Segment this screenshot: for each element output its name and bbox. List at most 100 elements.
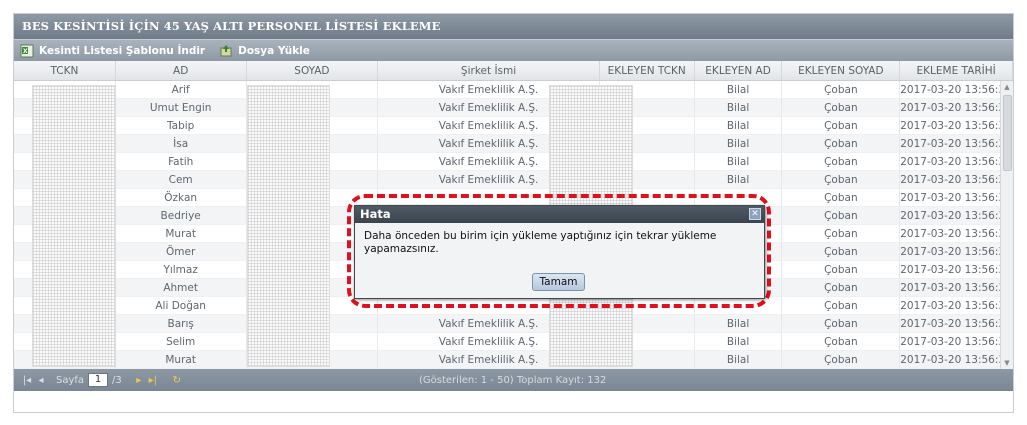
col-header-tckn[interactable]: TCKN (14, 61, 116, 80)
cell-ad: Ahmet (116, 279, 247, 296)
cell-ekleyen-ad: Bilal (695, 315, 783, 332)
cell-ekleme-tarihi: 2017-03-20 13:56:37.0 (900, 135, 1013, 152)
table-row[interactable]: Selim Vakıf Emeklilik A.Ş. Bilal Çoban 2017-… (14, 333, 1013, 351)
table-row[interactable]: Murat Vakıf Emeklilik A.Ş. Bilal Çoban 2017-… (14, 351, 1013, 369)
cell-ekleme-tarihi: 2017-03-20 13:56:37.0 (900, 171, 1013, 188)
cell-ekleyen-soyad: Çoban (782, 315, 901, 332)
cell-ad: Bedriye (116, 207, 247, 224)
cell-ekleyen-ad: Bilal (695, 99, 783, 116)
first-page-icon[interactable]: |◂ (20, 375, 34, 386)
cell-ekleme-tarihi: 2017-03-20 13:56:37.0 (900, 243, 1013, 260)
ok-button[interactable]: Tamam (532, 273, 585, 291)
cell-ekleyen-soyad: Çoban (782, 297, 901, 314)
upload-icon (219, 44, 233, 58)
error-dialog: Hata ✕ Daha önceden bu birim için yüklem… (354, 205, 765, 299)
page-label: Sayfa (56, 374, 85, 386)
pager-info: (Gösterilen: 1 - 50) Toplam Kayıt: 132 (419, 374, 607, 386)
cell-ekleyen-ad: Bilal (695, 81, 783, 98)
col-header-ad[interactable]: AD (116, 61, 247, 80)
cell-ekleme-tarihi: 2017-03-20 13:56:37.0 (900, 333, 1013, 350)
cell-ekleyen-soyad: Çoban (782, 189, 901, 206)
col-header-ekleme-tarihi[interactable]: EKLEME TARİHİ (900, 61, 1014, 80)
table-row[interactable]: Barış Vakıf Emeklilik A.Ş. Bilal Çoban 2017-… (14, 315, 1013, 333)
panel-title: BES KESİNTİSİ İÇİN 45 YAŞ ALTI PERSONEL … (14, 14, 1013, 39)
dialog-title: Hata (360, 207, 391, 221)
cell-ekleyen-soyad: Çoban (782, 171, 901, 188)
cell-ekleyen-soyad: Çoban (782, 153, 901, 170)
cell-ekleme-tarihi: 2017-03-20 13:56:37.0 (900, 279, 1013, 296)
cell-ekleme-tarihi: 2017-03-20 13:56:37.0 (900, 315, 1013, 332)
cell-ekleyen-soyad: Çoban (782, 207, 901, 224)
redacted-tckn-block (32, 85, 116, 367)
close-icon[interactable]: ✕ (749, 208, 761, 220)
cell-ekleme-tarihi: 2017-03-20 13:56:37.0 (900, 351, 1013, 368)
total-pages: /3 (112, 374, 122, 386)
col-header-sirket[interactable]: Şirket İsmi (378, 61, 600, 80)
prev-page-icon[interactable]: ◂ (34, 375, 48, 386)
cell-ad: Cem (116, 171, 247, 188)
last-page-icon[interactable]: ▸| (146, 375, 160, 386)
cell-ekleyen-ad: Bilal (695, 171, 783, 188)
table-row[interactable]: Tabip Vakıf Emeklilik A.Ş. Bilal Çoban 2017-… (14, 117, 1013, 135)
cell-ad: Selim (116, 333, 247, 350)
dialog-title-bar: Hata ✕ (355, 206, 764, 223)
refresh-icon[interactable]: ↻ (170, 375, 184, 386)
cell-ad: Özkan (116, 189, 247, 206)
cell-ad: Ali Doğan (116, 297, 247, 314)
table-row[interactable]: Umut Engin Vakıf Emeklilik A.Ş. Bilal Çoban… (14, 99, 1013, 117)
cell-ad: İsa (116, 135, 247, 152)
cell-ad: Yılmaz (116, 261, 247, 278)
cell-ekleme-tarihi: 2017-03-20 13:56:37.0 (900, 81, 1013, 98)
col-header-ekleyen-tckn[interactable]: EKLEYEN TCKN (600, 61, 695, 80)
scroll-up-icon[interactable]: ▲ (1001, 81, 1013, 93)
cell-ekleyen-soyad: Çoban (782, 81, 901, 98)
page-number-input[interactable]: 1 (88, 373, 109, 387)
cell-ad: Arif (116, 81, 247, 98)
cell-ekleyen-soyad: Çoban (782, 279, 901, 296)
cell-ekleyen-ad: Bilal (695, 135, 783, 152)
cell-ekleyen-ad: Bilal (695, 117, 783, 134)
cell-ekleme-tarihi: 2017-03-20 13:56:37.0 (900, 153, 1013, 170)
upload-file-button[interactable]: Dosya Yükle (219, 44, 310, 58)
cell-ekleyen-ad: Bilal (695, 351, 783, 368)
table-row[interactable]: İsa Vakıf Emeklilik A.Ş. Bilal Çoban 2017-03… (14, 135, 1013, 153)
cell-ekleme-tarihi: 2017-03-20 13:56:37.0 (900, 261, 1013, 278)
scrollbar-thumb[interactable] (1003, 95, 1012, 171)
table-row[interactable]: Arif Vakıf Emeklilik A.Ş. Bilal Çoban 2017-0… (14, 81, 1013, 99)
cell-ekleyen-ad: Bilal (695, 153, 783, 170)
pager: |◂ ◂ Sayfa 1 /3 ▸ ▸| ↻ (Gösterilen: 1 - … (14, 369, 1013, 391)
cell-ad: Fatih (116, 153, 247, 170)
cell-ekleyen-ad: Bilal (695, 333, 783, 350)
cell-ad: Barış (116, 315, 247, 332)
cell-ekleyen-soyad: Çoban (782, 333, 901, 350)
cell-ekleyen-soyad: Çoban (782, 243, 901, 260)
col-header-ekleyen-ad[interactable]: EKLEYEN AD (695, 61, 783, 80)
grid-header: TCKN AD SOYAD Şirket İsmi EKLEYEN TCKN E… (14, 61, 1014, 81)
dialog-message: Daha önceden bu birim için yükleme yaptı… (364, 230, 717, 255)
cell-ekleme-tarihi: 2017-03-20 13:56:37.0 (900, 207, 1013, 224)
grid-scrollbar[interactable]: ▲ ▼ (1000, 81, 1013, 369)
table-row[interactable]: Fatih Vakıf Emeklilik A.Ş. Bilal Çoban 2017-… (14, 153, 1013, 171)
cell-ekleme-tarihi: 2017-03-20 13:56:37.0 (900, 117, 1013, 134)
cell-ad: Umut Engin (116, 99, 247, 116)
download-template-button[interactable]: X Kesinti Listesi Şablonu İndir (20, 44, 205, 58)
cell-ekleyen-soyad: Çoban (782, 135, 901, 152)
scroll-down-icon[interactable]: ▼ (1001, 357, 1013, 369)
redacted-soyad-block (247, 85, 330, 367)
cell-ekleyen-soyad: Çoban (782, 225, 901, 242)
svg-text:X: X (23, 48, 28, 55)
next-page-icon[interactable]: ▸ (132, 375, 146, 386)
cell-ekleyen-soyad: Çoban (782, 99, 901, 116)
col-header-ekleyen-soyad[interactable]: EKLEYEN SOYAD (782, 61, 901, 80)
cell-ekleyen-soyad: Çoban (782, 261, 901, 278)
cell-ad: Tabip (116, 117, 247, 134)
cell-ekleyen-soyad: Çoban (782, 117, 901, 134)
cell-ekleyen-soyad: Çoban (782, 351, 901, 368)
col-header-soyad[interactable]: SOYAD (247, 61, 379, 80)
cell-ekleme-tarihi: 2017-03-20 13:56:37.0 (900, 189, 1013, 206)
cell-ad: Murat (116, 351, 247, 368)
cell-ad: Murat (116, 225, 247, 242)
upload-file-label: Dosya Yükle (238, 44, 310, 57)
table-row[interactable]: Cem Vakıf Emeklilik A.Ş. Bilal Çoban 2017-03… (14, 171, 1013, 189)
excel-download-icon: X (20, 44, 34, 58)
